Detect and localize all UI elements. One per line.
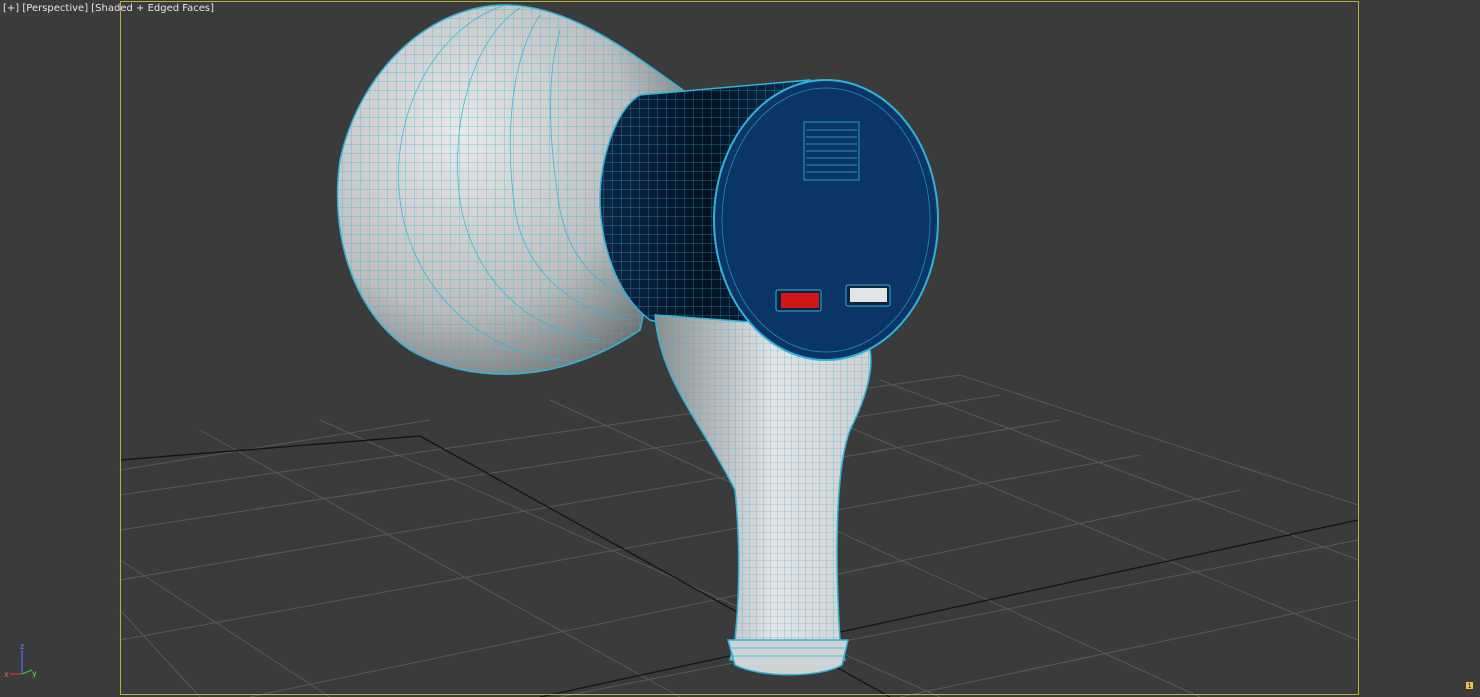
megaphone-front-face [713, 79, 939, 361]
viewport-shading-menu[interactable]: [Shaded + Edged Faces] [91, 3, 214, 14]
viewport-label: [+] [Perspective] [Shaded + Edged Faces] [3, 3, 214, 14]
white-button [845, 284, 891, 307]
megaphone-handle [654, 314, 872, 676]
axis-tripod-icon: z x y [4, 642, 37, 679]
viewport-view-menu[interactable]: [Perspective] [22, 3, 88, 14]
axis-x-label: x [4, 670, 9, 679]
scene-canvas[interactable] [0, 0, 1480, 697]
viewport-menu-button[interactable]: [+] [3, 3, 19, 14]
axis-y-label: y [32, 669, 37, 678]
viewport-badge-icon[interactable]: 1 [1465, 681, 1474, 690]
axis-z-label: z [20, 642, 24, 651]
perspective-viewport[interactable]: [+] [Perspective] [Shaded + Edged Faces]… [0, 0, 1480, 697]
red-button [775, 289, 822, 312]
